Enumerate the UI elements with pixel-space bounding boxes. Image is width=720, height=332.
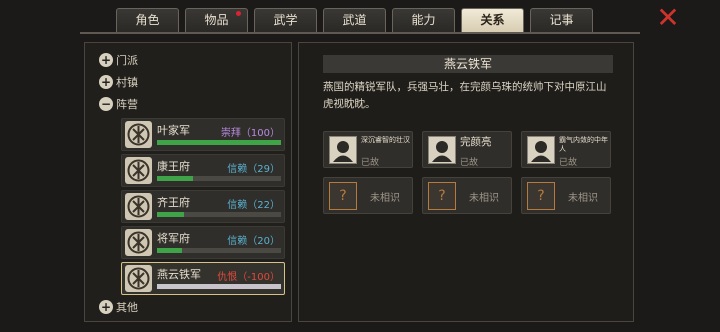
unknown-portrait-icon: ?: [329, 182, 357, 210]
portrait-icon: [329, 136, 357, 164]
faction-emblem-icon: [125, 157, 152, 184]
faction-name: 将军府: [157, 232, 190, 245]
member-name: 霸气内敛的中年人: [559, 136, 608, 153]
portrait-icon: [428, 136, 456, 164]
member-name: 深沉睿智的壮汉: [361, 136, 410, 144]
faction-row[interactable]: 燕云铁军 仇恨（-100）: [121, 262, 285, 295]
tab-abilities[interactable]: 能力: [392, 8, 455, 32]
faction-name: 康王府: [157, 160, 190, 173]
faction-description: 燕国的精锐军队，兵强马壮，在完颜乌珠的统帅下对中原江山虎视眈眈。: [323, 81, 607, 110]
faction-emblem-icon: [125, 193, 152, 220]
relation-bar-fill: [157, 248, 182, 253]
member-card[interactable]: 深沉睿智的壮汉 已故: [323, 131, 413, 168]
relation-bar: [157, 176, 281, 181]
faction-emblem-icon: [125, 265, 152, 292]
notification-dot: [236, 11, 241, 16]
relation-bar: [157, 140, 281, 145]
faction-relation: 信赖（22）: [227, 200, 280, 211]
expand-plus-icon: +: [99, 53, 113, 67]
relation-bar: [157, 284, 281, 289]
unknown-portrait-icon: ?: [428, 182, 456, 210]
faction-title: 燕云铁军: [323, 55, 613, 73]
relation-bar-fill: [157, 140, 281, 145]
faction-row[interactable]: 齐王府 信赖（22）: [121, 190, 285, 223]
member-name: 未相识: [469, 193, 499, 204]
tab-character[interactable]: 角色: [116, 8, 179, 32]
member-name: 未相识: [568, 193, 598, 204]
faction-name: 齐王府: [157, 196, 190, 209]
member-card[interactable]: 霸气内敛的中年人已故: [521, 131, 611, 168]
member-status: 已故: [559, 158, 578, 168]
faction-relation: 信赖（29）: [227, 164, 280, 175]
tab-items[interactable]: 物品: [185, 8, 248, 32]
faction-row[interactable]: 叶家军 崇拜（100）: [121, 118, 285, 151]
member-status: 已故: [460, 158, 479, 168]
relation-bar-fill: [157, 212, 185, 217]
faction-relation: 信赖（20）: [227, 236, 280, 247]
faction-name: 叶家军: [157, 124, 190, 137]
unknown-member-card[interactable]: ? 未相识: [323, 177, 413, 214]
category-town[interactable]: + 村镇: [99, 73, 138, 91]
relation-bar: [157, 248, 281, 253]
collapse-minus-icon: −: [99, 97, 113, 111]
unknown-member-card[interactable]: ? 未相识: [521, 177, 611, 214]
portrait-icon: [527, 136, 555, 164]
faction-relation: 崇拜（100）: [220, 128, 280, 139]
tab-bar: 角色 物品 武学 武道 能力 关系 记事: [116, 8, 593, 34]
faction-emblem-icon: [125, 121, 152, 148]
category-other[interactable]: + 其他: [99, 298, 138, 316]
member-name: 未相识: [370, 193, 400, 204]
member-status: 已故: [361, 158, 380, 168]
relation-bar-fill: [157, 176, 193, 181]
tab-martial-way[interactable]: 武道: [323, 8, 386, 32]
tab-divider: [80, 32, 640, 34]
unknown-portrait-icon: ?: [527, 182, 555, 210]
member-name: 完颜亮: [460, 136, 492, 148]
close-icon[interactable]: ✕: [655, 4, 681, 32]
category-faction[interactable]: − 阵营: [99, 95, 138, 113]
faction-name: 燕云铁军: [157, 268, 201, 281]
tab-relations[interactable]: 关系: [461, 8, 524, 32]
expand-plus-icon: +: [99, 75, 113, 89]
relation-bar-fill: [157, 284, 281, 289]
faction-row[interactable]: 将军府 信赖（20）: [121, 226, 285, 259]
tab-martial-arts[interactable]: 武学: [254, 8, 317, 32]
tab-journal[interactable]: 记事: [530, 8, 593, 32]
expand-plus-icon: +: [99, 300, 113, 314]
faction-emblem-icon: [125, 229, 152, 256]
faction-relation: 仇恨（-100）: [217, 272, 280, 283]
faction-detail-panel: 燕云铁军 燕国的精锐军队，兵强马壮，在完颜乌珠的统帅下对中原江山虎视眈眈。 深沉…: [298, 42, 634, 322]
relation-bar: [157, 212, 281, 217]
member-card[interactable]: 完颜亮 已故: [422, 131, 512, 168]
category-sect[interactable]: + 门派: [99, 51, 138, 69]
faction-row[interactable]: 康王府 信赖（29）: [121, 154, 285, 187]
unknown-member-card[interactable]: ? 未相识: [422, 177, 512, 214]
relation-category-list: + 门派 + 村镇 − 阵营 叶家军 崇拜（100） 康王府 信赖（29） 齐王府 信赖（22）…: [84, 42, 292, 322]
